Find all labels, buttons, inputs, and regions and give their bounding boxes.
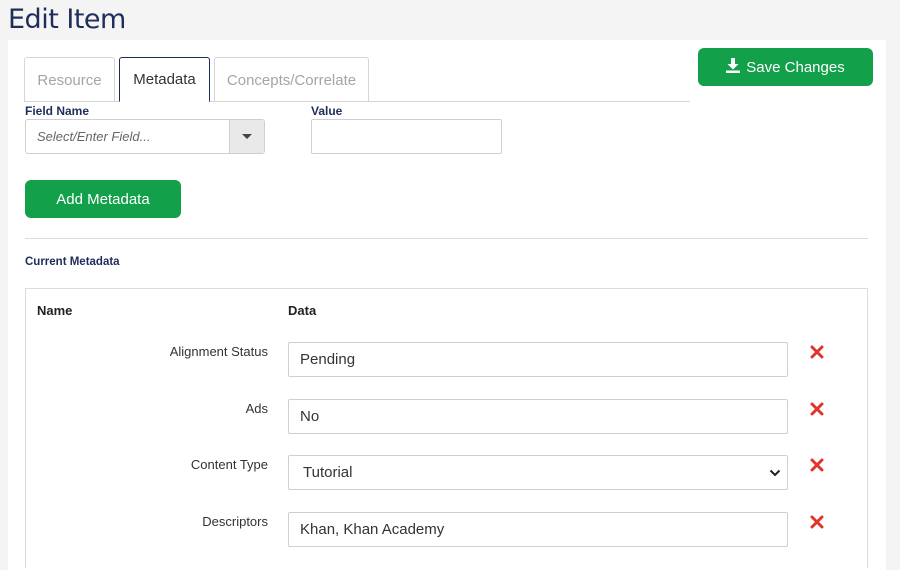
metadata-value-input[interactable]: No: [288, 399, 788, 434]
metadata-row-name: Alignment Status: [169, 344, 268, 359]
delete-icon[interactable]: [810, 458, 824, 472]
field-name-label: Field Name: [25, 104, 90, 118]
add-metadata-button[interactable]: Add Metadata: [25, 180, 181, 218]
delete-icon[interactable]: [810, 345, 824, 359]
page-title: Edit Item: [8, 4, 126, 35]
metadata-row: Descriptors Khan, Khan Academy: [26, 512, 869, 548]
tab-metadata[interactable]: Metadata: [119, 57, 210, 102]
delete-icon[interactable]: [810, 515, 824, 529]
chevron-down-icon: [769, 469, 781, 477]
delete-icon[interactable]: [810, 402, 824, 416]
metadata-row: Content Type Tutorial: [26, 455, 869, 491]
divider: [25, 238, 868, 239]
save-changes-label: Save Changes: [746, 58, 845, 76]
current-metadata-heading: Current Metadata: [25, 256, 120, 268]
metadata-value-input[interactable]: Khan, Khan Academy: [288, 512, 788, 547]
download-icon: [726, 57, 741, 77]
metadata-row: Ads No: [26, 399, 869, 435]
caret-down-icon: [242, 134, 252, 139]
metadata-row-name: Ads: [245, 401, 268, 416]
column-header-data: Data: [288, 303, 317, 318]
metadata-row-name: Content Type: [190, 457, 268, 472]
column-header-name: Name: [37, 303, 73, 318]
current-metadata-table: Name Data Alignment Status Pending Ads N…: [25, 288, 868, 568]
value-input[interactable]: [311, 119, 502, 154]
tab-concepts-correlate[interactable]: Concepts/Correlate: [214, 57, 369, 102]
tab-bar: Resource Metadata Concepts/Correlate: [24, 57, 369, 102]
field-name-dropdown-toggle[interactable]: [229, 120, 264, 153]
metadata-value-select[interactable]: Tutorial: [288, 455, 788, 490]
select-value: Tutorial: [303, 464, 353, 481]
save-changes-button[interactable]: Save Changes: [698, 48, 873, 86]
field-name-combobox[interactable]: Select/Enter Field...: [25, 119, 265, 154]
field-name-input[interactable]: Select/Enter Field...: [26, 120, 229, 153]
tab-resource[interactable]: Resource: [24, 57, 115, 102]
value-label: Value: [311, 104, 343, 118]
metadata-row: Alignment Status Pending: [26, 342, 869, 378]
metadata-row-name: Descriptors: [202, 514, 268, 529]
metadata-value-input[interactable]: Pending: [288, 342, 788, 377]
